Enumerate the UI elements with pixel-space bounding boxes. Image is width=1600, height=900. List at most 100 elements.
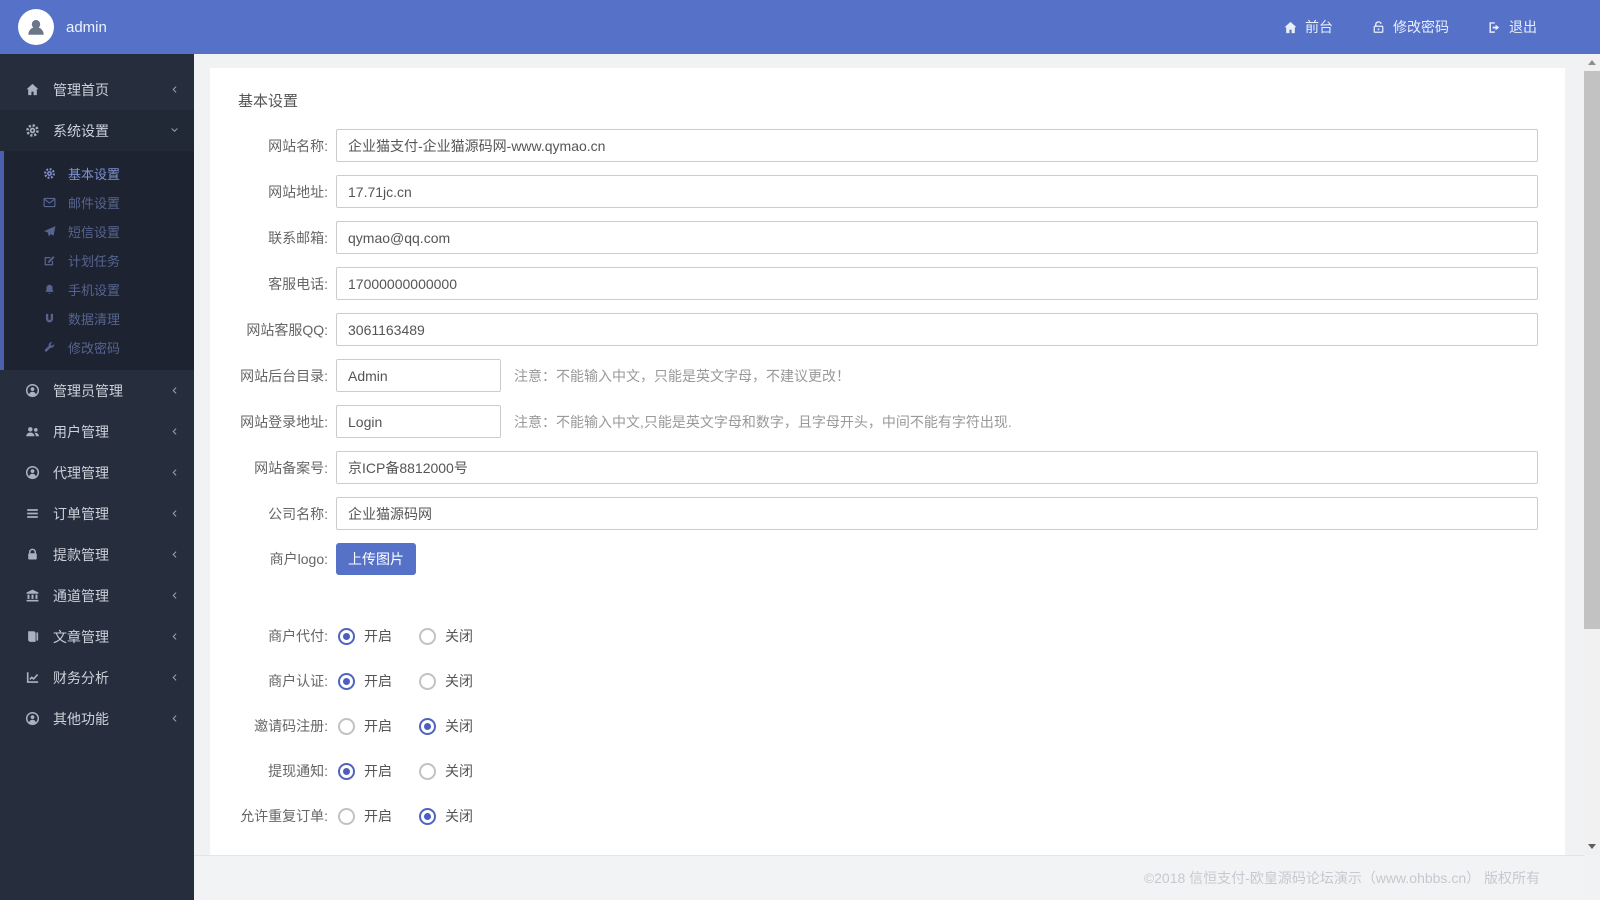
radio-icon[interactable] [338,762,355,780]
envelope-icon [43,196,58,209]
radio-icon[interactable] [338,627,355,645]
edit-icon [43,254,58,267]
sidebar-item-article-management[interactable]: 文章管理 [0,616,194,657]
radio-option-label: 开启 [364,763,392,779]
vertical-scrollbar[interactable] [1584,54,1600,855]
sidebar-item-order-management[interactable]: 订单管理 [0,493,194,534]
radio-section: 商户代付: 开启 关闭 商户认证: 开启 关闭 邀请码注册: 开启 关闭 提现通知: 开启 关闭 允许重… [210,621,1565,831]
icp-number-input[interactable] [336,451,1538,484]
chevron-left-icon [169,672,180,683]
sidebar-item-label: 订单管理 [53,505,109,522]
contact-email-input[interactable] [336,221,1538,254]
radio-option-merchant-auth-on[interactable]: 开启 [338,671,392,691]
sidebar-item-label: 通道管理 [53,587,109,604]
form-row: 网站地址: [210,175,1565,208]
basic-settings-form: 网站名称: 网站地址: 联系邮箱: 客服电话: 网站客服QQ: 网站后台目录: 注意：不能输… [210,129,1565,831]
topbar-nav: 前台 修改密码 退出 [1283,17,1537,37]
company-name-input[interactable] [336,497,1538,530]
radio-icon[interactable] [419,672,436,690]
radio-icon[interactable] [419,627,436,645]
topnav-logout-label: 退出 [1509,19,1537,35]
submenu-item-data-cleanup[interactable]: 数据清理 [4,304,194,333]
radio-option-label: 关闭 [445,763,473,779]
service-phone-input[interactable] [336,267,1538,300]
submenu-item-sms-settings[interactable]: 短信设置 [4,217,194,246]
form-row: 公司名称: [210,497,1565,530]
home-icon [25,82,41,97]
chevron-left-icon [169,467,180,478]
gear-icon [43,167,58,180]
radio-icon[interactable] [338,672,355,690]
lock-icon [25,547,41,562]
scroll-up-arrow[interactable] [1584,54,1600,71]
sidebar-item-withdrawal-management[interactable]: 提款管理 [0,534,194,575]
database-icon [43,312,58,325]
form-row: 网站客服QQ: [210,313,1565,346]
chevron-left-icon [169,385,180,396]
radio-option-withdraw-notify-on[interactable]: 开启 [338,761,392,781]
topnav-change-password[interactable]: 修改密码 [1371,17,1449,37]
form-row: 网站后台目录: 注意：不能输入中文，只能是英文字母，不建议更改！ [210,359,1565,392]
users-icon [25,424,41,439]
sidebar-item-other-functions[interactable]: 其他功能 [0,698,194,739]
form-row: 网站备案号: [210,451,1565,484]
submenu-item-mail-settings[interactable]: 邮件设置 [4,188,194,217]
radio-icon[interactable] [338,807,355,825]
wrench-icon [43,341,58,354]
submenu-item-cron-tasks[interactable]: 计划任务 [4,246,194,275]
page-title: 基本设置 [238,93,299,110]
radio-option-merchant-auth-off[interactable]: 关闭 [419,671,473,691]
sidebar-item-agent-management[interactable]: 代理管理 [0,452,194,493]
sidebar-item-label: 文章管理 [53,628,109,645]
field-label: 公司名称: [268,505,328,522]
radio-icon[interactable] [419,807,436,825]
sidebar-item-channel-management[interactable]: 通道管理 [0,575,194,616]
website-name-input[interactable] [336,129,1538,162]
radio-option-invite-code-register-on[interactable]: 开启 [338,716,392,736]
radio-option-withdraw-notify-off[interactable]: 关闭 [419,761,473,781]
book-icon [25,629,41,644]
radio-row: 商户代付: 开启 关闭 [210,621,1565,651]
radio-option-label: 开启 [364,628,392,644]
chevron-down-icon [169,125,180,136]
login-url-input[interactable] [336,405,501,438]
submenu-item-mobile-settings[interactable]: 手机设置 [4,275,194,304]
sidebar-item-admin-management[interactable]: 管理员管理 [0,370,194,411]
topnav-frontend-label: 前台 [1305,19,1333,35]
field-label: 网站名称: [268,137,328,154]
service-qq-input[interactable] [336,313,1538,346]
radio-icon[interactable] [419,762,436,780]
sidebar-item-dashboard[interactable]: 管理首页 [0,69,194,110]
radio-icon[interactable] [338,717,355,735]
radio-option-allow-duplicate-order-on[interactable]: 开启 [338,806,392,826]
scroll-down-arrow[interactable] [1584,838,1600,855]
chevron-left-icon [169,84,180,95]
scrollbar-thumb[interactable] [1584,71,1600,629]
field-label: 客服电话: [268,275,328,292]
sidebar-item-system-settings[interactable]: 系统设置 [0,110,194,151]
field-label: 提现通知: [268,763,328,779]
unlock-icon [1371,20,1386,35]
radio-option-allow-duplicate-order-off[interactable]: 关闭 [419,806,473,826]
radio-option-invite-code-register-off[interactable]: 关闭 [419,716,473,736]
radio-icon[interactable] [419,717,436,735]
radio-option-merchant-payout-on[interactable]: 开启 [338,626,392,646]
radio-option-merchant-payout-off[interactable]: 关闭 [419,626,473,646]
admin-directory-input[interactable] [336,359,501,392]
radio-row: 允许重复订单: 开启 关闭 [210,801,1565,831]
submenu-item-basic-settings[interactable]: 基本设置 [4,159,194,188]
radio-option-label: 开启 [364,808,392,824]
user-icon [25,383,41,398]
submenu-item-change-password[interactable]: 修改密码 [4,333,194,362]
upload-image-button[interactable]: 上传图片 [336,543,416,575]
footer: ©2018 信恒支付-欧皇源码论坛演示（www.ohbbs.cn） 版权所有 [194,855,1584,900]
topnav-logout[interactable]: 退出 [1487,17,1537,37]
sidebar-item-user-management[interactable]: 用户管理 [0,411,194,452]
website-url-input[interactable] [336,175,1538,208]
sidebar-item-finance-analysis[interactable]: 财务分析 [0,657,194,698]
form-row: 客服电话: [210,267,1565,300]
sidebar: 管理首页 系统设置基本设置 邮件设置 短信设置 计划任务 手机设置 数据清理 修改密码管理员管… [0,54,194,900]
topnav-frontend[interactable]: 前台 [1283,17,1333,37]
radio-row: 商户认证: 开启 关闭 [210,666,1565,696]
sidebar-item-label: 用户管理 [53,423,109,440]
